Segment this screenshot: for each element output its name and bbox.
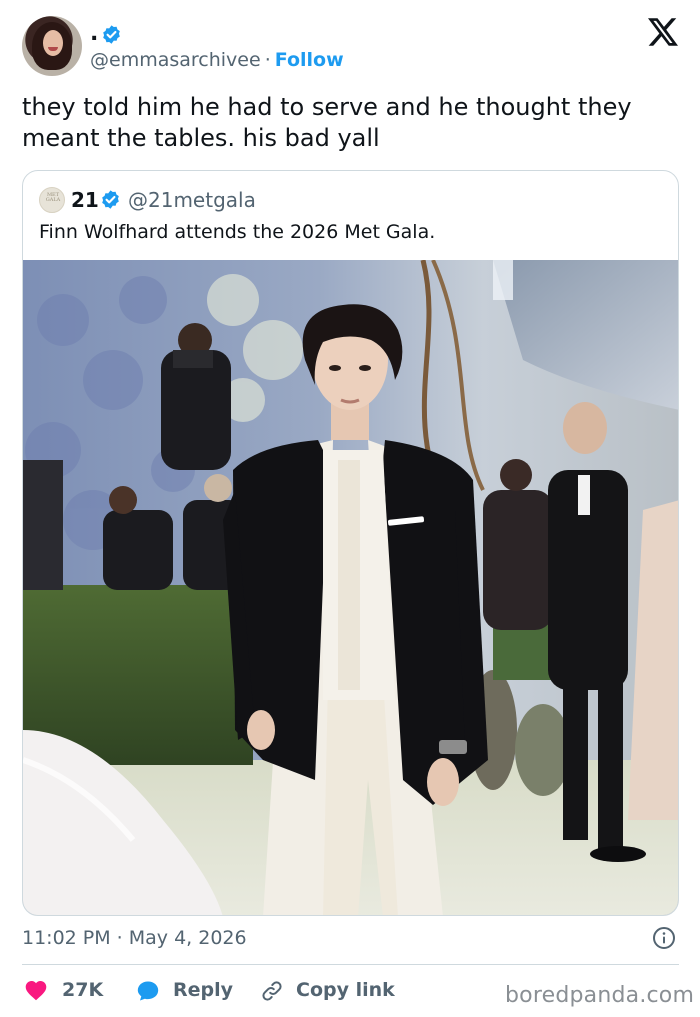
photo-illustration	[23, 260, 678, 915]
tweet-text: they told him he had to serve and he tho…	[22, 93, 632, 152]
quoted-avatar[interactable]: MET GALA	[39, 187, 65, 213]
heart-icon	[25, 981, 47, 1001]
author-display-name[interactable]: .	[90, 22, 98, 46]
info-icon[interactable]	[652, 926, 676, 950]
author-avatar[interactable]	[22, 16, 82, 76]
quoted-avatar-logo-text: MET GALA	[45, 192, 61, 203]
copy-link-label: Copy link	[296, 979, 395, 1001]
quoted-handle[interactable]: @21metgala	[128, 187, 256, 213]
avatar-face	[43, 30, 63, 56]
quoted-verified-badge-icon	[102, 190, 119, 209]
event-photo[interactable]	[23, 260, 678, 915]
handle-separator: ·	[264, 49, 271, 71]
footer-divider	[22, 964, 679, 965]
quoted-display-name[interactable]: 21	[71, 187, 99, 213]
reply-label: Reply	[173, 979, 234, 1001]
reply-button[interactable]: Reply	[136, 975, 246, 1005]
watermark-text: boredpanda.com	[505, 983, 695, 1008]
tweet-card: . @emmasarchivee · Follow they told him he…	[0, 0, 700, 1017]
author-handle[interactable]: @emmasarchivee	[90, 49, 261, 71]
link-icon	[262, 981, 282, 1001]
tweet-timestamp[interactable]: 11:02 PM · May 4, 2026	[22, 925, 247, 951]
action-bar: 27K Reply Copy link	[22, 975, 502, 1005]
verified-badge-icon	[103, 25, 120, 44]
reply-bubble-icon	[137, 981, 159, 1001]
quoted-text: Finn Wolfhard attends the 2026 Met Gala.	[39, 221, 436, 243]
quoted-tweet[interactable]: MET GALA 21 @21metgala Finn Wolfhard att…	[22, 170, 679, 916]
x-logo-icon[interactable]	[648, 18, 678, 46]
copy-link-button[interactable]: Copy link	[260, 975, 420, 1005]
like-count: 27K	[62, 979, 104, 1001]
follow-button[interactable]: Follow	[275, 49, 344, 71]
author-handle-line: @emmasarchivee · Follow	[90, 48, 344, 72]
like-button[interactable]: 27K	[22, 975, 112, 1005]
